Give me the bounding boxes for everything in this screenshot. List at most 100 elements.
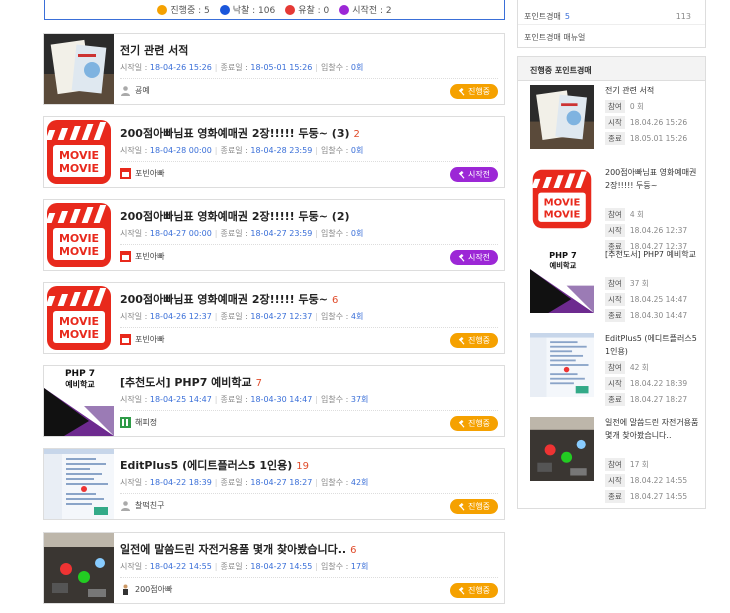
side-start-row: 시작 18.04.22 14:55 (605, 474, 687, 487)
start-tag: 시작 (605, 377, 625, 390)
auction-thumbnail[interactable] (44, 533, 114, 603)
end-date: 18-04-27 14:55 (250, 562, 313, 571)
comment-count: 7 (255, 378, 263, 389)
auction-item[interactable]: PHP 7 예비학교 [추천도서] PHP7 예비학교 7 시작일 : 18-04-25… (43, 365, 505, 437)
editplus-screenshot-image (44, 449, 114, 519)
seller-name: 포빈아빠 (135, 335, 165, 344)
auction-title-link[interactable]: 200점아빠님표 영화예매권 2장!!!!! 두둥~ (3) 2 (120, 125, 360, 141)
svg-text:MOVIE: MOVIE (59, 162, 99, 175)
user-default-icon (121, 86, 130, 96)
point-auction-total: 113 (675, 12, 691, 21)
auction-meta: 시작일 : 18-04-22 14:55 | 종료일 : 18-04-27 14:5… (120, 562, 369, 571)
side-auction-item[interactable]: PHP 7 예비학교 [추천도서] PHP7 예비학교 참여 37 회 시작 18.04.2… (524, 245, 704, 325)
status-label: 진행중 (467, 586, 491, 595)
side-auction-item[interactable]: 일전에 말씀드린 자전거용품 몇개 찾아봤습니다.. 참여 17 회 시작 18.04.… (524, 413, 704, 503)
auction-title-link[interactable]: 200점아빠님표 영화예매권 2장!!!!! 두둥~ 6 (120, 291, 338, 307)
auction-thumbnail[interactable] (44, 449, 114, 519)
seller-info[interactable]: 포빈아빠 (120, 251, 164, 262)
bid-tag: 참여 (605, 277, 625, 290)
legend-label: 유찰 : 0 (298, 6, 330, 16)
svg-text:MOVIE: MOVIE (544, 197, 581, 208)
auction-thumbnail[interactable]: MOVIE MOVIE (44, 200, 114, 270)
svg-text:예비학교: 예비학교 (549, 261, 576, 270)
start-label: 시작일 : (120, 562, 148, 571)
side-auction-title[interactable]: 일전에 말씀드린 자전거용품 몇개 찾아봤습니다.. (605, 416, 703, 442)
auction-thumbnail[interactable]: PHP 7 예비학교 (44, 366, 114, 436)
point-auction-count: 5 (564, 12, 570, 21)
side-auction-title[interactable]: 전기 관련 서적 (605, 84, 703, 97)
auction-title: EditPlus5 (에디트플러스5 1인용) (120, 459, 293, 472)
start-label: 시작일 : (120, 312, 148, 321)
status-button[interactable]: 진행중 (450, 84, 498, 99)
status-button[interactable]: 진행중 (450, 583, 498, 598)
auction-title: 200점아빠님표 영화예매권 2장!!!!! 두둥~ (120, 293, 328, 306)
seller-info[interactable]: 포빈아빠 (120, 168, 164, 179)
php-book-image: PHP 7예비학교 (44, 366, 114, 436)
divider (120, 493, 498, 494)
side-auction-title[interactable]: EditPlus5 (에디트플러스5 1인용) (605, 332, 703, 358)
bid-tag: 참여 (605, 361, 625, 374)
legend-item-failed[interactable]: 유찰 : 0 (285, 3, 329, 16)
seller-info[interactable]: 200점아빠 (120, 584, 172, 595)
side-auction-thumbnail[interactable] (524, 417, 600, 481)
auction-title-link[interactable]: [추천도서] PHP7 예비학교 7 (120, 374, 262, 390)
seller-info[interactable]: 해피정 (120, 417, 157, 428)
status-button[interactable]: 진행중 (450, 333, 498, 348)
comment-count: 2 (353, 129, 360, 140)
seller-info[interactable]: 찰떡친구 (120, 500, 164, 511)
side-auction-thumbnail[interactable] (524, 333, 600, 397)
point-auction-link[interactable]: 포인트경매 5 (524, 11, 570, 22)
side-auction-title[interactable]: 200점아빠님표 영화예매권 2장!!!!! 두둥~ (605, 166, 703, 192)
point-auction-manual-link[interactable]: 포인트경매 매뉴얼 (524, 32, 585, 43)
svg-text:MOVIE: MOVIE (544, 209, 581, 220)
side-auction-title[interactable]: [추천도서] PHP7 예비학교 (605, 248, 703, 261)
auction-title-link[interactable]: EditPlus5 (에디트플러스5 1인용) 19 (120, 457, 309, 473)
auction-title-link[interactable]: 전기 관련 서적 (120, 42, 192, 58)
won-dot-icon (219, 4, 230, 15)
auction-thumbnail[interactable]: MOVIE MOVIE (44, 283, 114, 353)
start-tag: 시작 (605, 474, 625, 487)
status-button[interactable]: 시작전 (450, 250, 498, 265)
side-auction-thumbnail[interactable] (524, 85, 600, 149)
user-avatar-icon (120, 334, 131, 345)
status-button[interactable]: 시작전 (450, 167, 498, 182)
side-end-row: 종료 18.05.01 15:26 (605, 132, 687, 145)
movie-ticket-image: MOVIEMOVIE (44, 200, 114, 270)
auction-item[interactable]: MOVIE MOVIE 200점아빠님표 영화예매권 2장!!!!! 두둥~ (2)… (43, 199, 505, 271)
side-auction-item[interactable]: MOVIE MOVIE 200점아빠님표 영화예매권 2장!!!!! 두둥~ 참여 4 … (524, 163, 704, 253)
start-date: 18-04-22 18:39 (149, 478, 212, 487)
auction-title-link[interactable]: 일전에 말씀드린 자전거용품 몇개 찾아봤습니다.. 6 (120, 541, 356, 557)
svg-text:MOVIE: MOVIE (59, 315, 99, 328)
auction-item[interactable]: MOVIE MOVIE 200점아빠님표 영화예매권 2장!!!!! 두둥~ 6 시작일… (43, 282, 505, 354)
side-auction-item[interactable]: EditPlus5 (에디트플러스5 1인용) 참여 42 회시작 18.04.22 … (524, 329, 704, 409)
auction-item[interactable]: EditPlus5 (에디트플러스5 1인용) 19 시작일 : 18-04-22 … (43, 448, 505, 520)
status-button[interactable]: 진행중 (450, 416, 498, 431)
legend-item-progress[interactable]: 진행중 : 5 (157, 3, 210, 16)
seller-info[interactable]: 굥예 (120, 85, 150, 96)
status-button[interactable]: 진행중 (450, 499, 498, 514)
auction-thumbnail[interactable]: MOVIE MOVIE (44, 117, 114, 187)
side-start-date: 18.04.22 14:55 (629, 476, 688, 485)
user-avatar-icon (120, 251, 131, 262)
auction-item[interactable]: MOVIE MOVIE 200점아빠님표 영화예매권 2장!!!!! 두둥~ (3)… (43, 116, 505, 188)
auction-item[interactable]: 전기 관련 서적 시작일 : 18-04-26 15:26 | 종료일 : 18-05… (43, 33, 505, 105)
user-avatar-icon (120, 168, 131, 179)
auction-thumbnail[interactable] (44, 34, 114, 104)
side-start-row: 시작 18.04.22 18:39 (605, 377, 687, 390)
legend-item-won[interactable]: 낙찰 : 106 (219, 3, 275, 16)
side-bid-count: 0 회 (629, 102, 644, 111)
legend-item-scheduled[interactable]: 시작전 : 2 (339, 3, 392, 16)
side-auction-thumbnail[interactable]: PHP 7 예비학교 (524, 249, 600, 313)
auction-item[interactable]: 일전에 말씀드린 자전거용품 몇개 찾아봤습니다.. 6 시작일 : 18-04-2… (43, 532, 505, 604)
side-end-row: 종료 18.04.27 18:27 (605, 393, 687, 406)
status-label: 진행중 (467, 502, 491, 511)
end-label: 종료일 : (220, 312, 248, 321)
ongoing-point-auction-panel: 진행중 포인트경매 전기 관련 서적 참여 0 회 시작 18.04.26 15:26 종… (517, 56, 706, 509)
side-bid-count: 42 회 (629, 363, 649, 372)
movie-ticket-image: MOVIEMOVIE (44, 117, 114, 187)
side-auction-thumbnail[interactable]: MOVIE MOVIE (524, 167, 600, 231)
auction-title-link[interactable]: 200점아빠님표 영화예매권 2장!!!!! 두둥~ (2) (120, 208, 354, 224)
seller-info[interactable]: 포빈아빠 (120, 334, 164, 345)
page: 진행중 : 5 낙찰 : 106 유찰 : 0 시작전 : 2 전기 관련 서적… (0, 0, 730, 613)
side-auction-item[interactable]: 전기 관련 서적 참여 0 회 시작 18.04.26 15:26 종료 18.05.01 … (524, 81, 704, 161)
